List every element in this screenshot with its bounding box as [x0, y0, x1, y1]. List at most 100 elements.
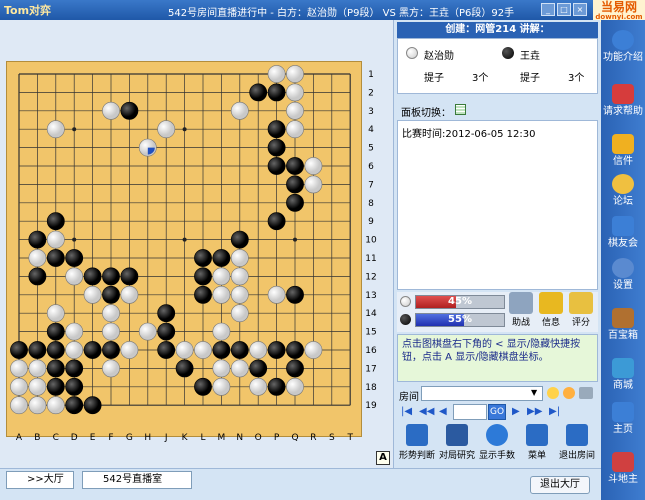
sidebar-item-treasure[interactable]: 百宝箱: [601, 308, 645, 341]
row-label: 10: [365, 236, 377, 246]
grid-icon: [446, 424, 468, 446]
sidebar-item-club[interactable]: 棋友会: [601, 216, 645, 249]
back-ten-button[interactable]: ◀◀: [419, 406, 434, 417]
black-stone: [46, 212, 65, 231]
chevron-down-icon[interactable]: ▼: [531, 388, 537, 397]
minimize-button[interactable]: _: [541, 3, 555, 16]
exit-lobby-button[interactable]: 退出大厅: [530, 476, 590, 494]
black-stone: [46, 322, 65, 341]
white-stone: [46, 304, 65, 323]
sidebar-item-forum[interactable]: 论坛: [601, 174, 645, 207]
white-player-name: 赵治勋: [424, 51, 454, 62]
sidebar-item-shop[interactable]: 商城: [601, 358, 645, 391]
white-captures: 3个: [472, 73, 489, 84]
score-label: 评分: [571, 318, 590, 328]
sidebar-item-settings[interactable]: 设置: [601, 258, 645, 291]
info-button[interactable]: 信息: [537, 292, 565, 328]
title-bar: Tom对弈 542号房间直播进行中 - 白方：赵治勋（P9段） VS 黑方：王垚…: [0, 0, 645, 22]
sidebar-item-intro[interactable]: 功能介绍: [601, 30, 645, 63]
white-stone: [46, 230, 65, 249]
white-stone: [65, 322, 84, 341]
exit-room-button[interactable]: 退出房间: [557, 424, 597, 461]
black-stone-icon: [502, 47, 514, 59]
white-stone: [304, 175, 323, 194]
white-stone: [10, 359, 28, 378]
black-stone: [212, 249, 231, 267]
black-stone: [28, 230, 47, 249]
tab-live-room[interactable]: 542号直播室: [82, 471, 192, 489]
room-input[interactable]: [421, 386, 543, 401]
score-icon: [569, 292, 593, 314]
situation-judge-button[interactable]: 形势判断: [397, 424, 437, 461]
black-stone: [46, 341, 65, 359]
white-stone: [83, 285, 102, 304]
go-board[interactable]: [6, 61, 362, 437]
black-stone: [83, 341, 102, 359]
send-icon[interactable]: [579, 387, 593, 399]
row-label: 15: [365, 328, 376, 338]
info-panel: 创建：网管214 讲解： 赵治勋 王垚 提子 3个 提子 3个 面板切换： 比赛…: [395, 20, 600, 468]
maximize-button[interactable]: □: [557, 3, 571, 16]
white-stone: [102, 101, 120, 120]
row-label: 11: [365, 254, 376, 264]
white-stone: [267, 65, 286, 83]
board-grid: [10, 65, 351, 415]
number-icon: [486, 424, 508, 446]
black-stone: [46, 249, 65, 267]
first-move-button[interactable]: |◀: [401, 406, 412, 417]
sidebar-item-help[interactable]: 请求帮助: [601, 84, 645, 117]
black-stone: [28, 267, 47, 286]
white-stone: [10, 396, 28, 415]
game-study-button[interactable]: 对局研究: [437, 424, 477, 461]
forward-button[interactable]: ▶: [512, 406, 520, 417]
room-label: 房间: [399, 392, 419, 403]
last-move-button[interactable]: ▶|: [549, 406, 560, 417]
sidebar-item-mail[interactable]: 信件: [601, 134, 645, 167]
sidebar-label: 信件: [613, 156, 633, 167]
forward-ten-button[interactable]: ▶▶: [527, 406, 542, 417]
show-moves-button[interactable]: 显示手数: [477, 424, 517, 461]
black-stone: [267, 212, 286, 231]
chat-area[interactable]: 比赛时间:2012-06-05 12:30: [397, 120, 598, 290]
row-label: 12: [365, 272, 376, 282]
white-stone: [230, 267, 249, 286]
white-stone: [230, 249, 249, 267]
black-stone: [267, 341, 286, 359]
sidebar-label: 主页: [613, 424, 633, 435]
treasure-icon: [612, 308, 634, 328]
black-stone: [286, 175, 304, 194]
black-eval-text: 55%: [448, 314, 472, 325]
white-stone: [249, 377, 268, 396]
sidebar-label: 功能介绍: [603, 52, 643, 63]
club-icon: [612, 216, 634, 236]
close-button[interactable]: ×: [573, 3, 587, 16]
black-stone: [102, 341, 120, 359]
white-stone: [175, 341, 194, 359]
assist-button[interactable]: 助战: [507, 292, 535, 328]
move-navigation: |◀ ◀◀ ◀ GO ▶ ▶▶ ▶|: [397, 404, 598, 422]
go-button[interactable]: GO: [488, 404, 506, 420]
smiley-icon[interactable]: [547, 387, 559, 399]
white-stone: [212, 267, 231, 286]
move-number-input[interactable]: [453, 404, 487, 420]
sidebar-item-game[interactable]: 斗地主: [601, 452, 645, 485]
black-stone: [194, 377, 212, 396]
emote-icon[interactable]: [563, 387, 575, 399]
white-stone: [249, 341, 268, 359]
window-controls: _ □ ×: [541, 3, 587, 16]
tab-live-room-label: 542号直播室: [103, 474, 163, 485]
panel-grid-icon[interactable]: [455, 104, 466, 115]
row-label: 4: [368, 125, 374, 135]
black-stone: [102, 285, 120, 304]
white-stone: [304, 341, 323, 359]
back-button[interactable]: ◀: [439, 406, 447, 417]
menu-button[interactable]: 菜单: [517, 424, 557, 461]
tab-lobby[interactable]: >>大厅: [6, 471, 74, 489]
mail-icon: [612, 134, 634, 154]
sidebar-item-home[interactable]: 主页: [601, 402, 645, 435]
white-stone: [28, 359, 47, 378]
black-stone: [249, 83, 268, 102]
score-button[interactable]: 评分: [567, 292, 595, 328]
coordinate-toggle-button[interactable]: A: [376, 451, 390, 465]
sidebar-label: 棋友会: [608, 238, 638, 249]
